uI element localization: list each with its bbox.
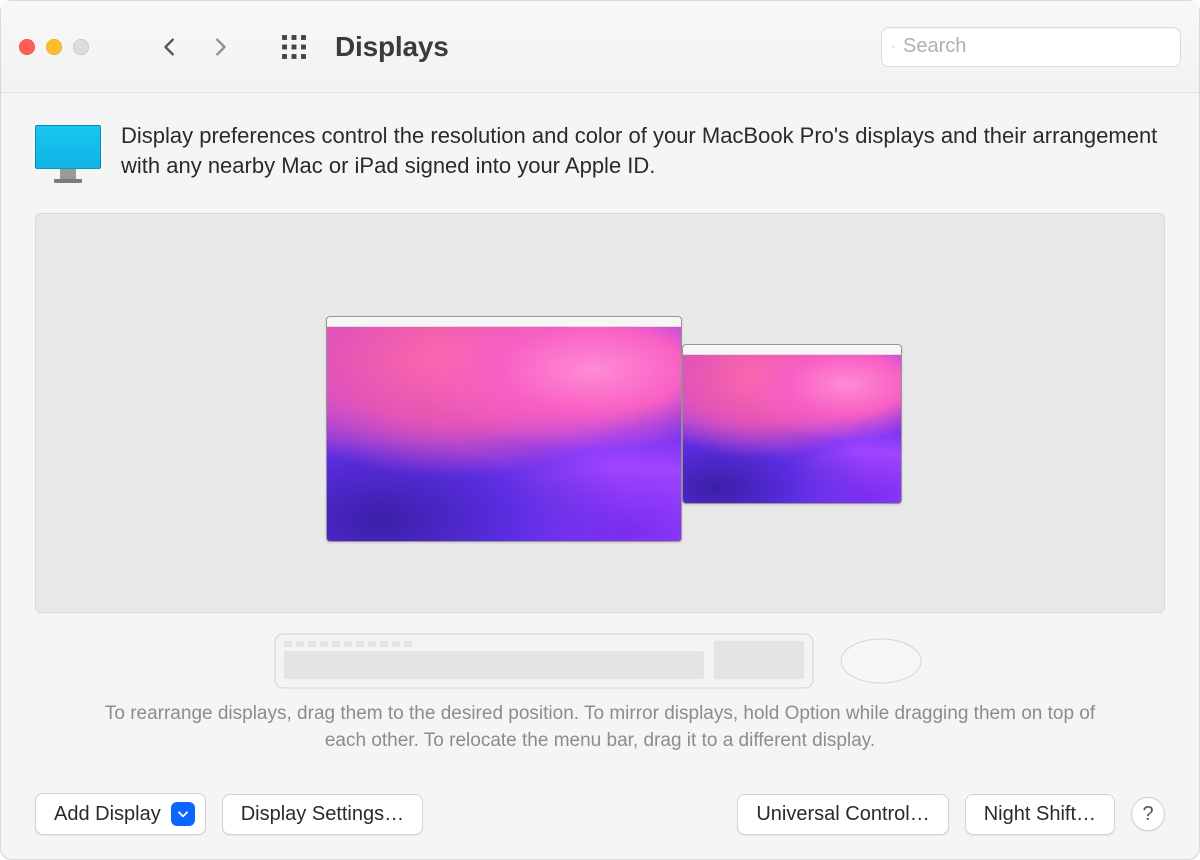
arrangement-hint: To rearrange displays, drag them to the … [35,701,1165,754]
search-icon [892,37,895,57]
button-label: Universal Control… [756,803,929,826]
universal-control-button[interactable]: Universal Control… [737,794,948,835]
display-pref-icon [35,125,101,183]
minimize-window-button[interactable] [46,39,62,55]
nav-buttons [159,36,231,58]
footer-buttons: Add Display Display Settings… Universal … [1,793,1199,859]
system-preferences-window: Displays Display preferences control the… [0,0,1200,860]
pane-title: Displays [335,31,449,63]
zoom-window-button [73,39,89,55]
back-button[interactable] [159,36,181,58]
show-all-prefs-button[interactable] [281,34,307,60]
add-display-dropdown[interactable] [171,802,195,826]
titlebar: Displays [1,1,1199,93]
button-label: Add Display [54,803,161,826]
menubar-icon[interactable] [327,317,681,327]
wallpaper-preview [683,355,901,503]
secondary-display[interactable] [682,344,902,504]
close-window-button[interactable] [19,39,35,55]
display-arrangement-area[interactable] [35,213,1165,613]
chevron-down-icon [176,807,190,821]
display-settings-button[interactable]: Display Settings… [222,794,423,835]
wallpaper-preview [327,327,681,541]
menubar-icon[interactable] [683,345,901,355]
mouse-icon [836,631,926,689]
traffic-lights [19,39,89,55]
search-input[interactable] [901,34,1170,59]
content-area: Display preferences control the resoluti… [1,93,1199,793]
help-icon: ? [1142,803,1153,826]
add-display-button[interactable]: Add Display [35,793,206,835]
search-field[interactable] [881,27,1181,67]
button-label: Display Settings… [241,803,404,826]
main-display[interactable] [326,316,682,542]
night-shift-button[interactable]: Night Shift… [965,794,1115,835]
pane-description: Display preferences control the resoluti… [121,121,1165,183]
forward-button [209,36,231,58]
help-button[interactable]: ? [1131,797,1165,831]
button-label: Night Shift… [984,803,1096,826]
input-device-illustration [35,631,1165,689]
keyboard-icon [274,631,814,689]
